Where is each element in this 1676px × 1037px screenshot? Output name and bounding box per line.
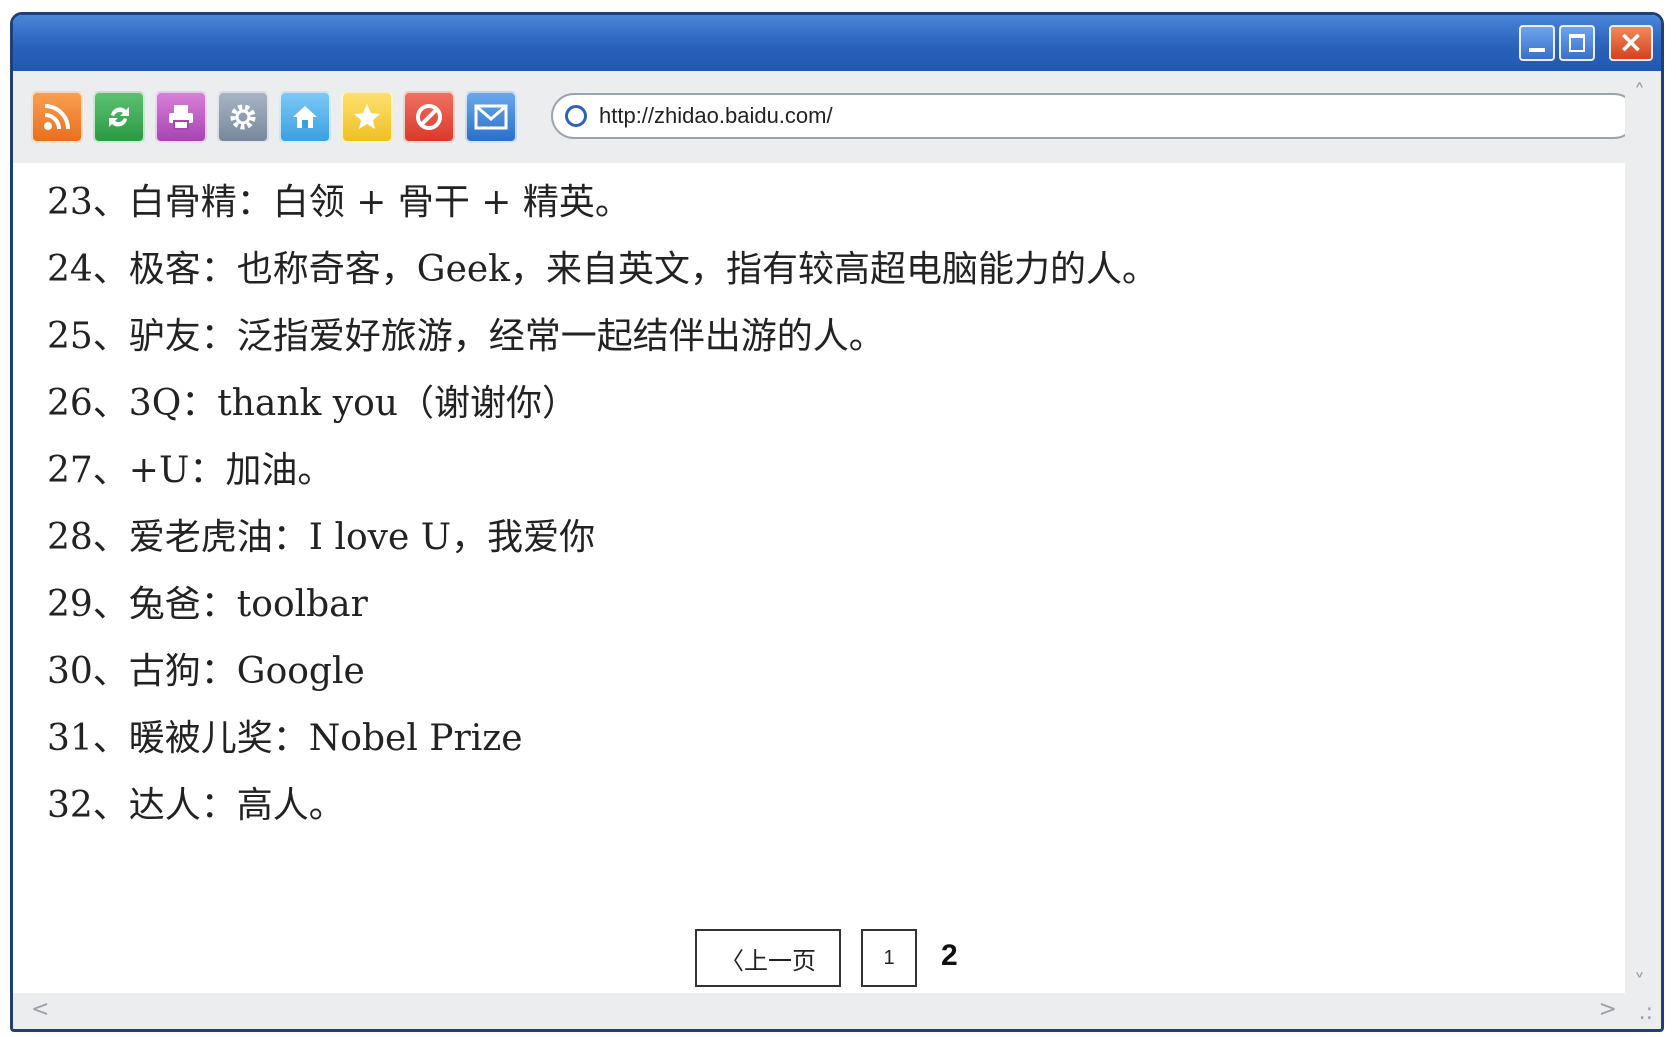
list-item: 26、3Q：thank you（谢谢你） xyxy=(47,383,578,424)
page-content: 23、白骨精：白领 + 骨干 + 精英。 24、极客：也称奇客，Geek，来自英… xyxy=(13,163,1661,1029)
close-button[interactable]: × xyxy=(1609,25,1653,61)
mail-icon[interactable] xyxy=(465,91,517,143)
page-1-link[interactable]: 1 xyxy=(861,929,917,987)
close-icon: × xyxy=(1618,25,1644,60)
settings-icon[interactable] xyxy=(217,91,269,143)
list-item: 27、+U：加油。 xyxy=(47,450,334,491)
favorites-icon[interactable] xyxy=(341,91,393,143)
address-bar[interactable]: http://zhidao.baidu.com/ xyxy=(551,93,1637,139)
home-icon[interactable] xyxy=(279,91,331,143)
scroll-left-icon[interactable]: < xyxy=(31,997,49,1022)
list-item: 31、暖被儿奖：Nobel Prize xyxy=(47,718,523,759)
list-item: 32、达人：高人。 xyxy=(47,785,345,826)
vertical-scrollbar[interactable]: ˄ ˅ xyxy=(1625,71,1661,1029)
stop-icon[interactable] xyxy=(403,91,455,143)
horizontal-scrollbar[interactable]: < > xyxy=(13,993,1625,1029)
browser-toolbar: http://zhidao.baidu.com/ xyxy=(13,71,1661,163)
list-item: 25、驴友：泛指爱好旅游，经常一起结伴出游的人。 xyxy=(47,316,885,357)
rss-icon[interactable] xyxy=(31,91,83,143)
globe-icon xyxy=(565,105,587,127)
address-url[interactable]: http://zhidao.baidu.com/ xyxy=(599,103,833,129)
prev-page-button[interactable]: 〈上一页 xyxy=(695,929,841,987)
maximize-button[interactable] xyxy=(1559,25,1595,61)
current-page: 2 xyxy=(941,939,958,972)
print-icon[interactable] xyxy=(155,91,207,143)
scroll-right-icon[interactable]: > xyxy=(1599,997,1617,1022)
browser-window: × http://zhidao.baidu.com/ 23、白骨精：白领 + 骨… xyxy=(10,12,1664,1032)
resize-grip-icon[interactable]: .: xyxy=(1639,1000,1653,1025)
list-item: 29、兔爸：toolbar xyxy=(47,584,368,625)
list-item: 23、白骨精：白领 + 骨干 + 精英。 xyxy=(47,182,631,223)
title-bar[interactable]: × xyxy=(13,15,1661,71)
refresh-icon[interactable] xyxy=(93,91,145,143)
scroll-up-icon[interactable]: ˄ xyxy=(1634,81,1645,106)
minimize-button[interactable] xyxy=(1519,25,1555,61)
list-item: 30、古狗：Google xyxy=(47,651,365,692)
list-item: 24、极客：也称奇客，Geek，来自英文，指有较高超电脑能力的人。 xyxy=(47,249,1158,290)
scroll-down-icon[interactable]: ˅ xyxy=(1634,971,1645,996)
list-item: 28、爱老虎油：I love U，我爱你 xyxy=(47,517,596,558)
